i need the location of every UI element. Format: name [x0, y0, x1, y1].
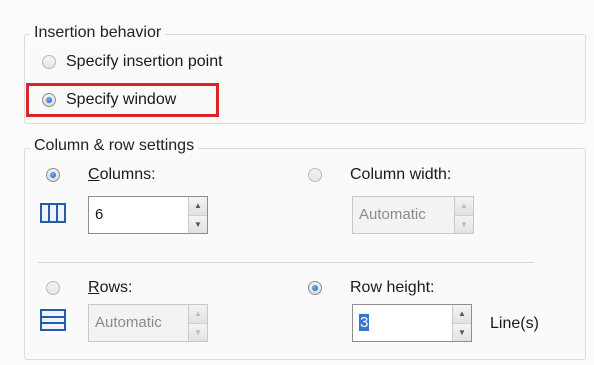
settings-divider — [38, 262, 534, 263]
row-height-label: Row height: — [350, 279, 435, 296]
rows-label: Rows: — [88, 279, 133, 296]
columns-grid-icon — [40, 202, 66, 229]
spin-up-icon[interactable]: ▲ — [189, 305, 207, 324]
row-height-units: Line(s) — [490, 315, 539, 332]
row-height-spinner[interactable]: 3 ▲ ▼ — [352, 304, 472, 342]
insertion-behavior-title: Insertion behavior — [30, 24, 166, 42]
column-row-settings-title: Column & row settings — [30, 137, 199, 155]
rows-spin-buttons[interactable]: ▲ ▼ — [188, 305, 207, 341]
columns-spinner[interactable]: 6 ▲ ▼ — [88, 196, 208, 234]
spin-up-icon[interactable]: ▲ — [455, 197, 473, 216]
spin-down-icon[interactable]: ▼ — [189, 215, 207, 233]
column-width-label: Column width: — [350, 166, 452, 183]
column-width-spin-buttons[interactable]: ▲ ▼ — [454, 197, 473, 233]
rows-label-rest: ows: — [99, 279, 133, 296]
rows-radio[interactable]: Rows: — [46, 278, 132, 298]
specify-window-label: Specify window — [66, 91, 177, 108]
row-height-radio[interactable]: Row height: — [308, 278, 435, 298]
spin-down-icon[interactable]: ▼ — [455, 215, 473, 233]
column-width-radio[interactable]: Column width: — [308, 165, 451, 185]
specify-insertion-point-radio[interactable]: Specify insertion point — [42, 52, 223, 72]
table-insert-dialog-panel: Insertion behavior Specify insertion poi… — [0, 0, 594, 365]
specify-insertion-point-label: Specify insertion point — [66, 53, 223, 70]
radio-checked — [42, 93, 56, 107]
columns-spin-buttons[interactable]: ▲ ▼ — [188, 197, 207, 233]
row-height-value-text[interactable]: 3 — [359, 314, 370, 331]
spin-down-icon[interactable]: ▼ — [453, 323, 471, 341]
column-width-value[interactable]: Automatic — [353, 197, 454, 233]
rows-spinner[interactable]: Automatic ▲ ▼ — [88, 304, 208, 342]
radio-unchecked — [46, 281, 60, 295]
radio-unchecked — [308, 168, 322, 182]
columns-value[interactable]: 6 — [89, 197, 188, 233]
columns-label: Columns: — [88, 166, 156, 183]
radio-unchecked — [42, 55, 56, 69]
column-width-spinner[interactable]: Automatic ▲ ▼ — [352, 196, 474, 234]
spin-up-icon[interactable]: ▲ — [189, 197, 207, 216]
rows-grid-icon — [40, 308, 66, 337]
specify-window-radio[interactable]: Specify window — [42, 90, 176, 110]
row-height-value[interactable]: 3 — [353, 305, 452, 341]
columns-radio[interactable]: Columns: — [46, 165, 156, 185]
radio-checked — [308, 281, 322, 295]
spin-down-icon[interactable]: ▼ — [189, 323, 207, 341]
columns-label-rest: olumns: — [99, 166, 156, 183]
radio-checked — [46, 168, 60, 182]
spin-up-icon[interactable]: ▲ — [453, 305, 471, 324]
row-height-spin-buttons[interactable]: ▲ ▼ — [452, 305, 471, 341]
rows-value[interactable]: Automatic — [89, 305, 188, 341]
